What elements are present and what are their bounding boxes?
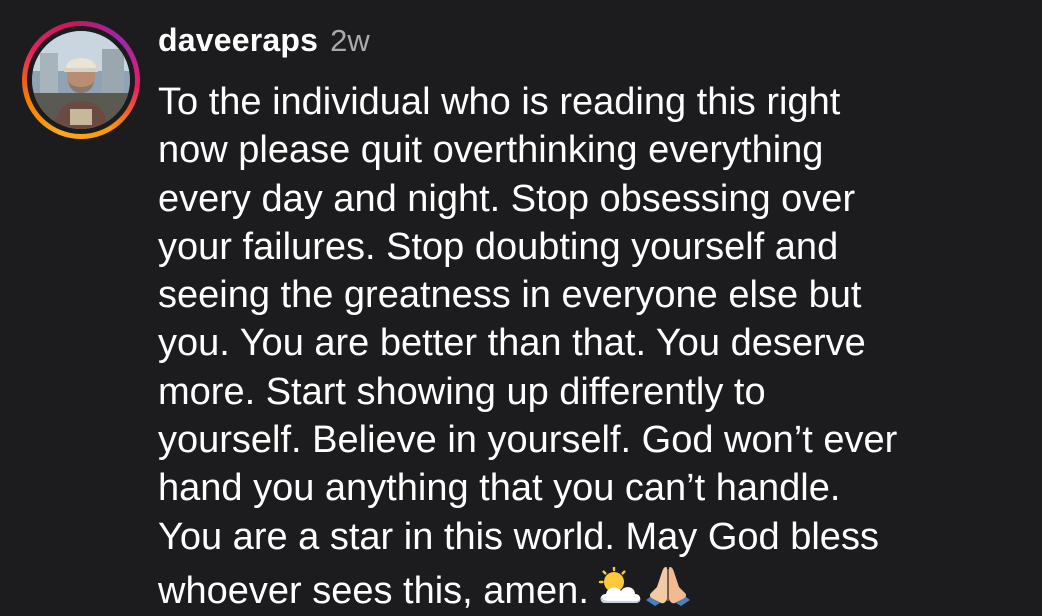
timestamp: 2w <box>330 23 370 58</box>
story-ring-gap <box>27 26 135 134</box>
comment-text-last-line: whoever sees this, amen. <box>158 561 1018 616</box>
comment-text-line: every day and night. Stop obsessing over <box>158 177 856 220</box>
story-ring[interactable] <box>22 21 140 139</box>
comment-text-line: You are a star in this world. May God bl… <box>158 515 879 558</box>
comment-text-line: more. Start showing up differently to <box>158 370 766 413</box>
comment-text-line: you. You are better than that. You deser… <box>158 322 866 365</box>
avatar-photo <box>32 31 130 129</box>
comment-text-line: hand you anything that you can’t handle. <box>158 467 841 510</box>
comment: daveeraps 2w To the individual who is re… <box>0 0 1042 616</box>
comment-text-line: now please quit overthinking everything <box>158 129 824 172</box>
comment-text-line: yourself. Believe in yourself. God won’t… <box>158 419 898 462</box>
comment-text-line: whoever sees this, amen. <box>158 569 589 612</box>
comment-text-line: seeing the greatness in everyone else bu… <box>158 274 862 317</box>
comment-text-line: your failures. Stop doubting yourself an… <box>158 225 839 268</box>
avatar[interactable] <box>32 31 130 129</box>
sun-behind-cloud-icon <box>597 566 643 616</box>
folded-hands-icon <box>645 561 691 616</box>
username-link[interactable]: daveeraps <box>158 22 318 59</box>
comment-text-line: To the individual who is reading this ri… <box>158 81 841 123</box>
comment-header: daveeraps 2w <box>158 22 370 66</box>
comment-text: To the individual who is reading this ri… <box>158 78 1018 616</box>
